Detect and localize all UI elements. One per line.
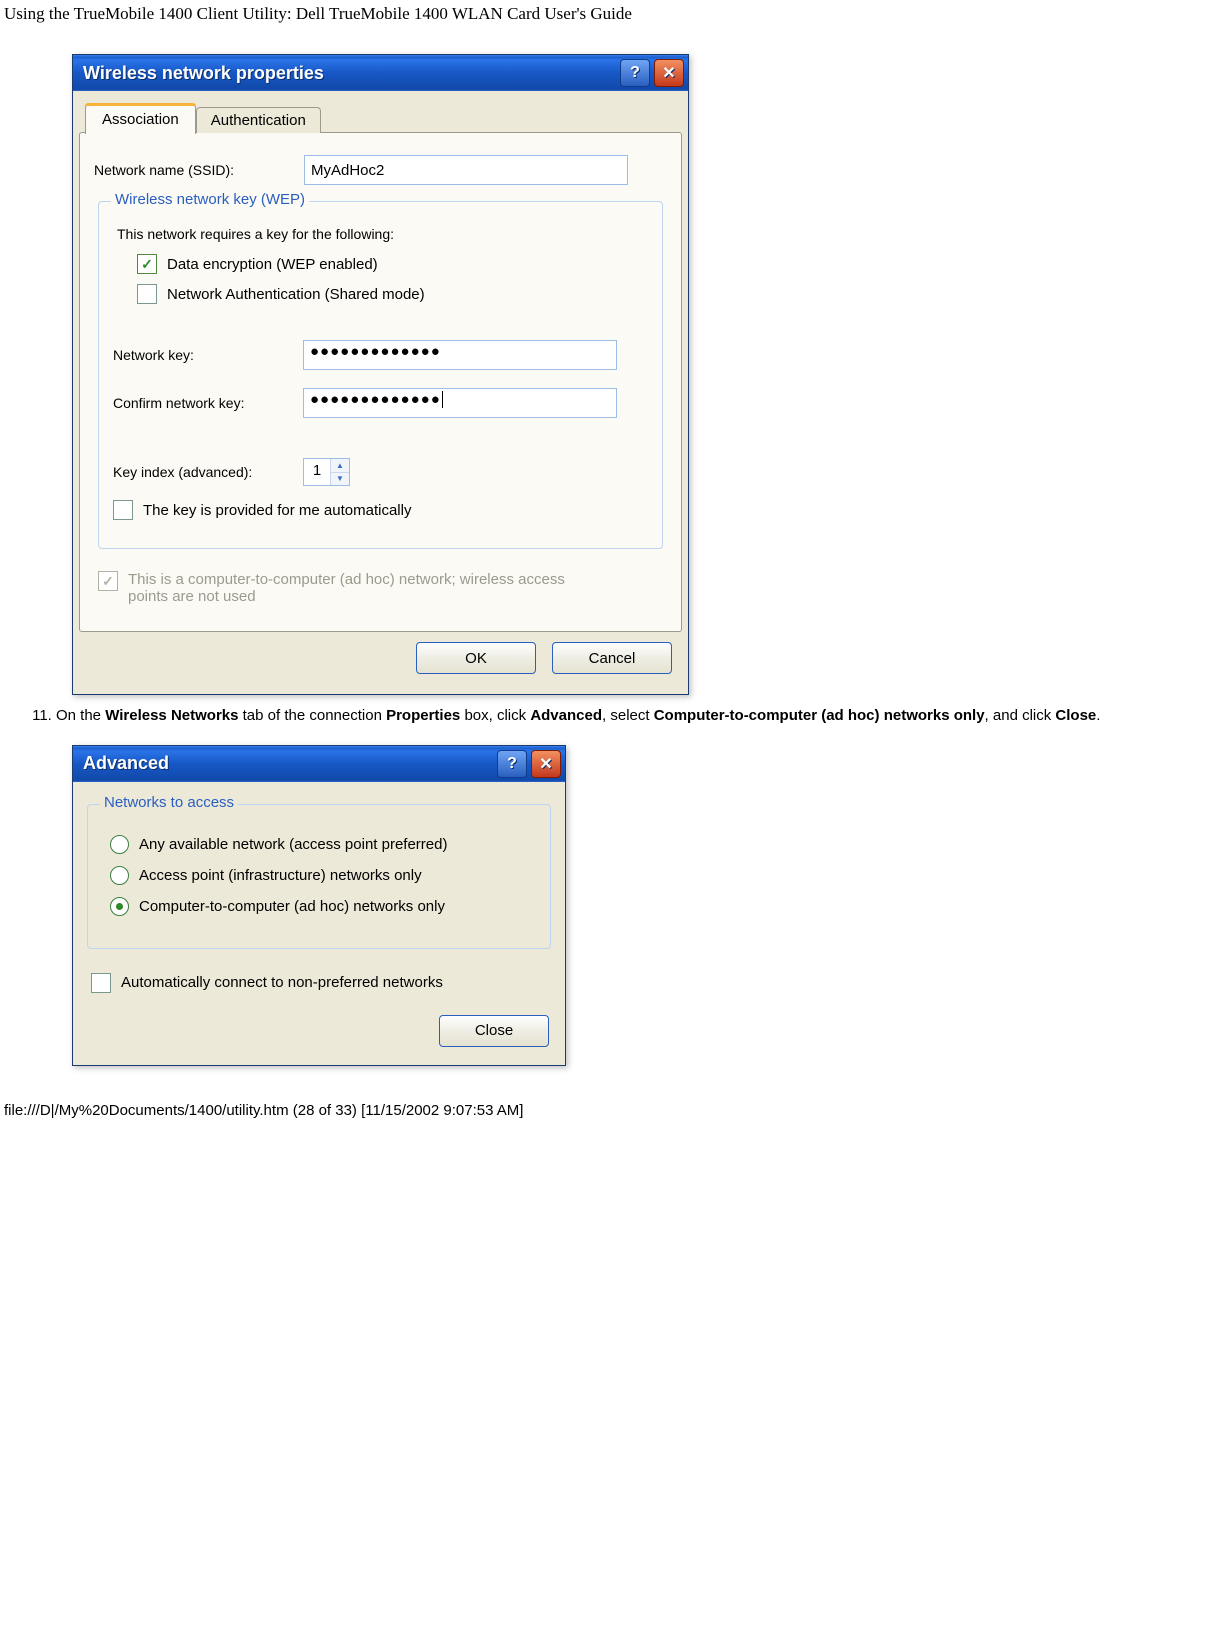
instruction-step-11: On the Wireless Networks tab of the conn… bbox=[56, 705, 1207, 727]
radio-any-network-label: Any available network (access point pref… bbox=[139, 836, 447, 853]
page-title: Using the TrueMobile 1400 Client Utility… bbox=[4, 4, 1207, 24]
radio-adhoc-only[interactable] bbox=[110, 897, 129, 916]
ok-button[interactable]: OK bbox=[416, 642, 536, 674]
help-icon[interactable]: ? bbox=[620, 59, 650, 87]
confirm-key-label: Confirm network key: bbox=[113, 395, 303, 411]
titlebar-advanced-text: Advanced bbox=[83, 753, 497, 774]
radio-any-network[interactable] bbox=[110, 835, 129, 854]
network-key-input[interactable]: ●●●●●●●●●●●●● bbox=[303, 340, 617, 370]
radio-adhoc-only-label: Computer-to-computer (ad hoc) networks o… bbox=[139, 898, 445, 915]
network-auth-checkbox[interactable] bbox=[137, 284, 157, 304]
close-icon[interactable]: ✕ bbox=[654, 59, 684, 87]
titlebar[interactable]: Wireless network properties ? ✕ bbox=[73, 55, 688, 91]
close-button[interactable]: Close bbox=[439, 1015, 549, 1047]
cancel-button[interactable]: Cancel bbox=[552, 642, 672, 674]
adhoc-checkbox: ✓ bbox=[98, 571, 118, 591]
key-index-spinner[interactable]: 1 ▲ ▼ bbox=[303, 458, 350, 486]
wep-legend: Wireless network key (WEP) bbox=[111, 191, 309, 208]
advanced-dialog: Advanced ? ✕ Networks to access Any avai… bbox=[72, 745, 566, 1066]
tab-panel-association: Network name (SSID): Wireless network ke… bbox=[79, 132, 682, 632]
page-footer-path: file:///D|/My%20Documents/1400/utility.h… bbox=[4, 1102, 1207, 1119]
wep-groupbox: Wireless network key (WEP) This network … bbox=[98, 201, 663, 549]
tab-association[interactable]: Association bbox=[85, 104, 196, 134]
tab-authentication[interactable]: Authentication bbox=[196, 107, 321, 133]
auto-key-checkbox[interactable] bbox=[113, 500, 133, 520]
radio-access-point-only[interactable] bbox=[110, 866, 129, 885]
confirm-key-input[interactable]: ●●●●●●●●●●●●● bbox=[303, 388, 617, 418]
network-auth-label: Network Authentication (Shared mode) bbox=[167, 286, 425, 303]
titlebar-text: Wireless network properties bbox=[83, 63, 620, 84]
titlebar-advanced[interactable]: Advanced ? ✕ bbox=[73, 746, 565, 782]
ssid-input[interactable] bbox=[304, 155, 628, 185]
networks-access-legend: Networks to access bbox=[100, 794, 238, 811]
auto-connect-checkbox[interactable] bbox=[91, 973, 111, 993]
spinner-down-icon[interactable]: ▼ bbox=[331, 473, 349, 486]
help-icon[interactable]: ? bbox=[497, 750, 527, 778]
wireless-properties-dialog: Wireless network properties ? ✕ Associat… bbox=[72, 54, 689, 695]
radio-access-point-only-label: Access point (infrastructure) networks o… bbox=[139, 867, 422, 884]
wep-intro-text: This network requires a key for the foll… bbox=[117, 226, 648, 242]
key-index-label: Key index (advanced): bbox=[113, 464, 303, 480]
adhoc-label: This is a computer-to-computer (ad hoc) … bbox=[128, 571, 608, 605]
auto-connect-label: Automatically connect to non-preferred n… bbox=[121, 974, 443, 991]
network-key-label: Network key: bbox=[113, 347, 303, 363]
auto-key-label: The key is provided for me automatically bbox=[143, 502, 411, 519]
data-encryption-label: Data encryption (WEP enabled) bbox=[167, 256, 378, 273]
spinner-up-icon[interactable]: ▲ bbox=[331, 459, 349, 473]
data-encryption-checkbox[interactable]: ✓ bbox=[137, 254, 157, 274]
tab-bar: Association Authentication bbox=[79, 101, 682, 133]
ssid-label: Network name (SSID): bbox=[94, 162, 304, 178]
close-icon[interactable]: ✕ bbox=[531, 750, 561, 778]
key-index-value: 1 bbox=[304, 459, 330, 485]
